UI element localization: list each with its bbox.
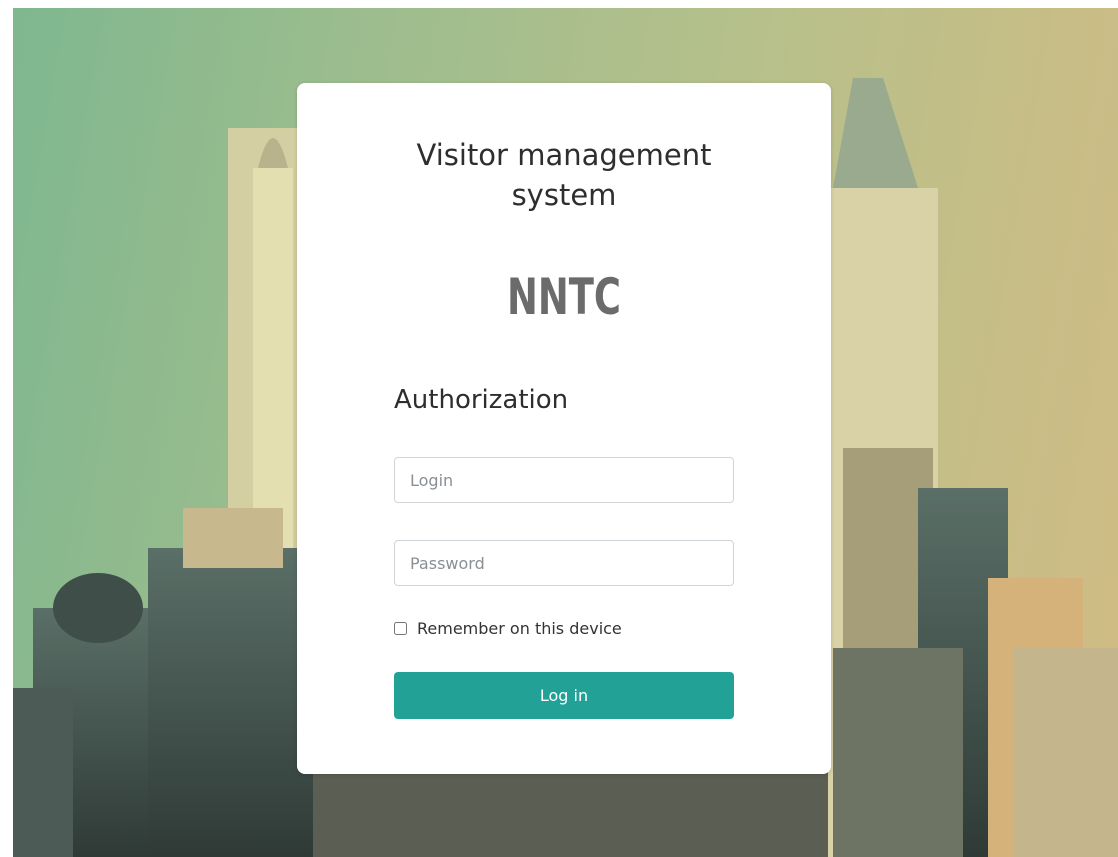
login-card: Visitor management system NNTC Authoriza… (297, 83, 831, 774)
login-input[interactable] (394, 457, 734, 503)
password-input[interactable] (394, 540, 734, 586)
login-button[interactable]: Log in (394, 672, 734, 719)
remember-checkbox[interactable] (394, 622, 407, 635)
app-title: Visitor management system (297, 135, 831, 215)
remember-device-option[interactable]: Remember on this device (394, 619, 622, 638)
authorization-heading: Authorization (394, 385, 569, 415)
app-title-text: Visitor management system (416, 138, 712, 212)
remember-label: Remember on this device (417, 619, 622, 638)
login-page: Visitor management system NNTC Authoriza… (0, 0, 1118, 857)
company-logo: NNTC (507, 268, 621, 326)
